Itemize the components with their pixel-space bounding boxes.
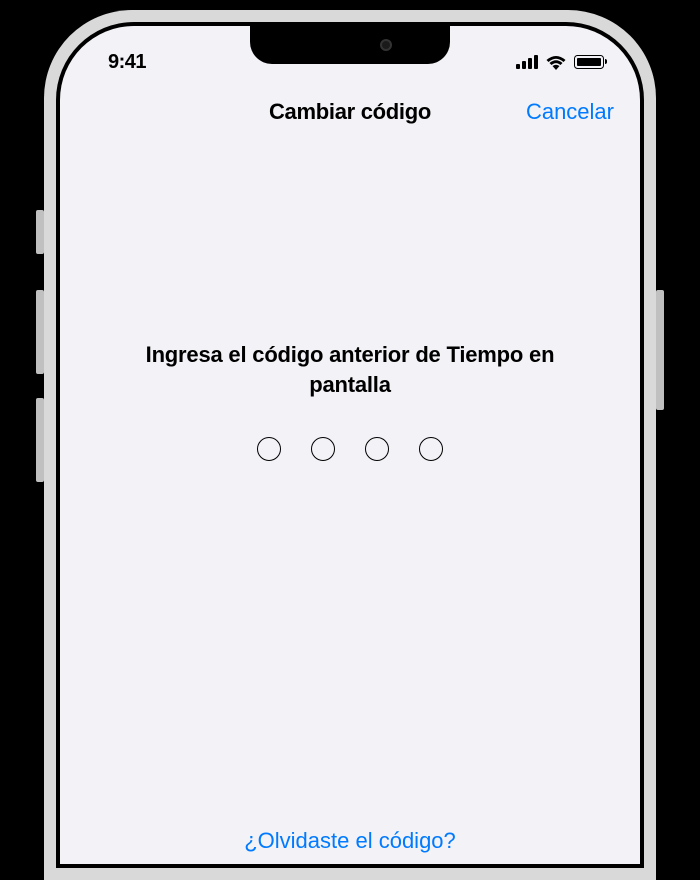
passcode-digit-1: [257, 437, 281, 461]
battery-icon: [574, 55, 604, 69]
passcode-digit-4: [419, 437, 443, 461]
notch: [250, 26, 450, 64]
passcode-digit-3: [365, 437, 389, 461]
passcode-digit-2: [311, 437, 335, 461]
status-time: 9:41: [108, 51, 146, 74]
content-area: Ingresa el código anterior de Tiempo en …: [60, 140, 640, 461]
wifi-icon: [546, 54, 566, 70]
phone-bezel: 9:41: [56, 22, 644, 868]
prompt-text: Ingresa el código anterior de Tiempo en …: [60, 340, 640, 399]
cellular-icon: [516, 55, 538, 69]
phone-frame: 9:41: [44, 10, 656, 880]
silent-switch[interactable]: [36, 210, 44, 254]
status-indicators: [516, 54, 604, 70]
cancel-button[interactable]: Cancelar: [526, 99, 614, 125]
screen: 9:41: [60, 26, 640, 864]
nav-bar: Cambiar código Cancelar: [60, 84, 640, 140]
volume-down-button[interactable]: [36, 398, 44, 482]
power-button[interactable]: [656, 290, 664, 410]
volume-up-button[interactable]: [36, 290, 44, 374]
forgot-passcode-link[interactable]: ¿Olvidaste el código?: [60, 828, 640, 854]
front-camera: [380, 39, 392, 51]
passcode-input[interactable]: [60, 437, 640, 461]
nav-title: Cambiar código: [269, 99, 431, 125]
